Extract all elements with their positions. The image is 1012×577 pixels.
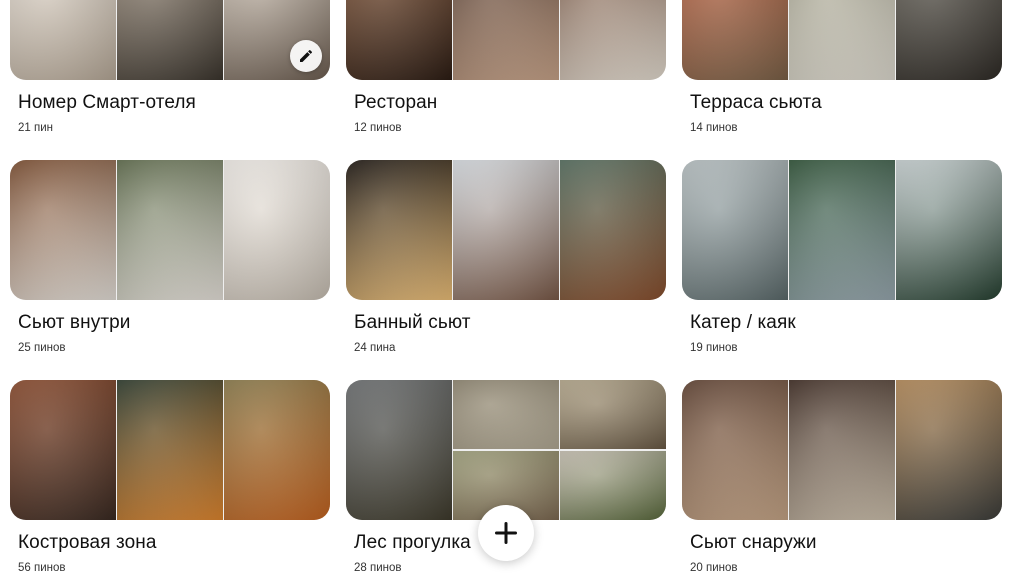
board-pin-count: 12 пинов (354, 122, 402, 134)
board-cover[interactable] (10, 160, 330, 300)
board-cover[interactable] (346, 160, 666, 300)
board-cover-image (682, 0, 788, 80)
board-cover-image (896, 0, 1002, 80)
board-pin-count: 20 пинов (690, 562, 738, 574)
board-pin-count: 19 пинов (690, 342, 738, 354)
board-cover-image (560, 160, 666, 300)
board-title: Банный сьют (354, 312, 471, 333)
board-title: Сьют внутри (18, 312, 131, 333)
board-cover-image (117, 0, 223, 80)
board-cover-image (346, 380, 452, 520)
plus-icon (495, 522, 517, 544)
board-cover-image (346, 0, 452, 80)
board-cover-image (117, 380, 223, 520)
board-cover-image (346, 160, 452, 300)
board-cover-image (896, 160, 1002, 300)
board-title: Ресторан (354, 92, 438, 113)
board-cover-image (789, 380, 895, 520)
board-cover[interactable] (10, 0, 330, 80)
board-title: Костровая зона (18, 532, 157, 553)
board-cover-image (117, 160, 223, 300)
board-pin-count: 14 пинов (690, 122, 738, 134)
board-cover-image (453, 380, 559, 449)
board-cover-image (224, 160, 330, 300)
board-title: Лес прогулка (354, 532, 471, 553)
board-cover-image (10, 0, 116, 80)
board-pin-count: 25 пинов (18, 342, 66, 354)
edit-board-button[interactable] (290, 40, 322, 72)
board-cover[interactable] (10, 380, 330, 520)
board-title: Катер / каяк (690, 312, 796, 333)
board-cover-image (896, 380, 1002, 520)
board-title: Терраса сьюта (690, 92, 822, 113)
board-cover[interactable] (682, 380, 1002, 520)
board-pin-count: 21 пин (18, 122, 53, 134)
board-cover-image (453, 160, 559, 300)
board-cover-image (789, 0, 895, 80)
board-pin-count: 28 пинов (354, 562, 402, 574)
board-cover[interactable] (346, 380, 666, 520)
board-cover[interactable] (682, 160, 1002, 300)
board-cover-image (682, 380, 788, 520)
board-cover-image (10, 380, 116, 520)
board-title: Номер Смарт-отеля (18, 92, 196, 113)
board-cover[interactable] (346, 0, 666, 80)
board-pin-count: 56 пинов (18, 562, 66, 574)
board-cover-image (10, 160, 116, 300)
board-cover-image (789, 160, 895, 300)
board-pin-count: 24 пина (354, 342, 396, 354)
board-cover-image (224, 380, 330, 520)
board-cover-image (560, 380, 666, 449)
board-cover-image (453, 0, 559, 80)
board-title: Сьют снаружи (690, 532, 817, 553)
board-cover-image (560, 0, 666, 80)
create-button[interactable] (478, 505, 534, 561)
board-cover-image (560, 451, 666, 520)
board-cover[interactable] (682, 0, 1002, 80)
pencil-icon (300, 49, 312, 62)
board-cover-image (682, 160, 788, 300)
